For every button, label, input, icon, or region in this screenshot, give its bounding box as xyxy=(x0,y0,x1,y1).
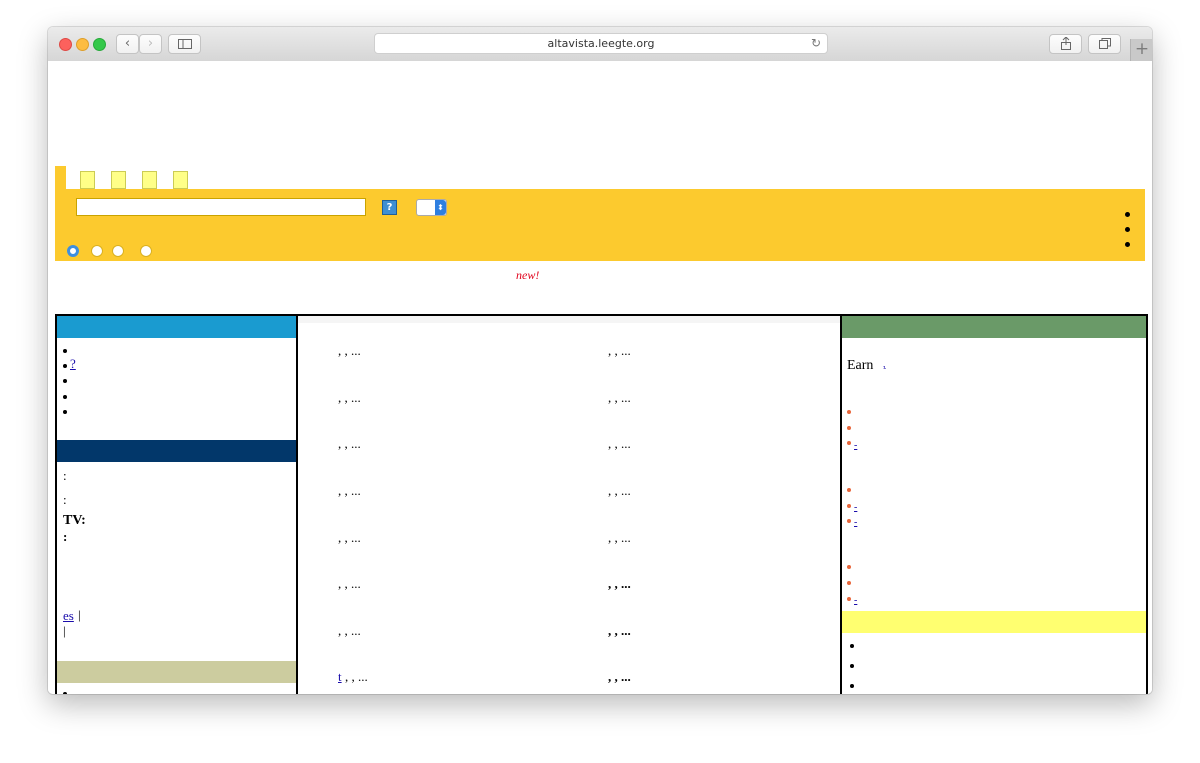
url-text: altavista.leegte.org xyxy=(547,37,655,50)
result-right-4: , , ... xyxy=(608,483,631,498)
separator: | xyxy=(78,607,81,622)
orange-list-link[interactable]: - xyxy=(854,517,857,528)
separator: | xyxy=(63,623,66,638)
result-right-6: , , ... xyxy=(608,576,631,591)
bullet xyxy=(847,597,851,601)
help-button[interactable]: ? xyxy=(382,200,397,215)
address-bar[interactable]: altavista.leegte.org ↻ xyxy=(374,33,828,54)
bullet xyxy=(63,692,67,694)
maximize-window-button[interactable] xyxy=(93,38,106,51)
search-option-radio-4[interactable] xyxy=(140,245,152,257)
tab-2[interactable] xyxy=(111,171,126,189)
tab-strip-edge xyxy=(55,166,66,189)
bullet xyxy=(850,644,854,648)
back-button[interactable]: ‹ xyxy=(116,34,139,54)
bullet xyxy=(1125,227,1130,232)
bullet xyxy=(63,410,67,414)
result-left-5: , , ... xyxy=(338,530,361,545)
result-right-2: , , ... xyxy=(608,390,631,405)
close-window-button[interactable] xyxy=(59,38,72,51)
orange-list-link[interactable]: - xyxy=(854,502,857,513)
forward-button[interactable]: › xyxy=(139,34,162,54)
minimize-window-button[interactable] xyxy=(76,38,89,51)
tab-1[interactable] xyxy=(80,171,95,189)
result-right-7: , , ... xyxy=(608,623,631,638)
left-column: ? : : TV: : es | | xyxy=(57,316,298,694)
bullet xyxy=(1125,242,1130,247)
bullet xyxy=(847,410,851,414)
result-left-7: , , ... xyxy=(338,623,361,638)
search-input[interactable] xyxy=(76,198,366,216)
section-header-navy xyxy=(57,440,296,462)
tab-4[interactable] xyxy=(173,171,188,189)
result-left-2: , , ... xyxy=(338,390,361,405)
result-left-3: , , ... xyxy=(338,436,361,451)
result-left-4: , , ... xyxy=(338,483,361,498)
help-link[interactable]: ? xyxy=(70,356,76,372)
label-line-3: : xyxy=(63,529,68,544)
bullet xyxy=(847,488,851,492)
sidebar-icon xyxy=(177,39,192,49)
result-right-5: , , ... xyxy=(608,530,631,545)
bullet xyxy=(850,684,854,688)
share-button[interactable] xyxy=(1049,34,1082,54)
section-header-tan xyxy=(57,661,296,683)
bullet xyxy=(63,379,67,383)
result-left-1: , , ... xyxy=(338,343,361,358)
right-column: Earn , - - - - xyxy=(842,316,1146,694)
result-left-6: , , ... xyxy=(338,576,361,591)
label-line-1: : xyxy=(63,468,67,483)
middle-top-strip xyxy=(298,316,840,323)
tabs-icon xyxy=(1098,38,1111,49)
select-arrows-icon: ⬍ xyxy=(435,200,446,215)
result-left-8: , , ... xyxy=(345,669,368,684)
browser-toolbar: ‹ › altavista.leegte.org ↻ + xyxy=(48,27,1152,62)
bullet xyxy=(1125,212,1130,217)
search-option-radio-2[interactable] xyxy=(91,245,103,257)
content-table: ? : : TV: : es | | , , ... , , ... , , .… xyxy=(55,314,1148,694)
result-link-t[interactable]: t xyxy=(338,669,342,685)
tabs-overview-button[interactable] xyxy=(1088,34,1121,54)
result-right-8: , , ... xyxy=(608,669,631,684)
bullet xyxy=(847,581,851,585)
earn-link[interactable]: , xyxy=(883,359,886,370)
label-line-2: : xyxy=(63,492,67,507)
result-right-1: , , ... xyxy=(608,343,631,358)
search-option-radio-1[interactable] xyxy=(67,245,79,257)
bullet xyxy=(847,426,851,430)
search-option-radio-3[interactable] xyxy=(112,245,124,257)
chevron-left-icon: ‹ xyxy=(124,36,131,51)
web-page: ? ⬍ new! ? : : TV:: es | | , , ... , , … xyxy=(48,61,1152,694)
section-header-yellow xyxy=(842,611,1146,633)
new-tab-button[interactable]: + xyxy=(1130,39,1152,61)
bullet xyxy=(847,519,851,523)
orange-list-link[interactable]: - xyxy=(854,440,857,451)
orange-list-link[interactable]: - xyxy=(854,595,857,606)
earn-label: Earn xyxy=(847,358,874,373)
tv-label: TV: xyxy=(63,513,86,528)
result-right-3: , , ... xyxy=(608,436,631,451)
link-es[interactable]: es xyxy=(63,608,74,624)
middle-column: , , ... , , ... , , ... , , ... , , ... … xyxy=(298,316,842,694)
bullet xyxy=(847,504,851,508)
bullet xyxy=(63,395,67,399)
reload-icon[interactable]: ↻ xyxy=(811,34,821,53)
share-icon xyxy=(1060,36,1071,50)
chevron-right-icon: › xyxy=(147,36,154,51)
bullet xyxy=(847,565,851,569)
bullet xyxy=(850,664,854,668)
bullet xyxy=(847,441,851,445)
tab-3[interactable] xyxy=(142,171,157,189)
section-header-blue xyxy=(57,316,296,338)
new-badge: new! xyxy=(516,268,540,282)
bullet xyxy=(63,364,67,368)
sidebar-toggle-button[interactable] xyxy=(168,34,201,54)
section-header-green xyxy=(842,316,1146,338)
browser-window: ‹ › altavista.leegte.org ↻ + ? ⬍ new! ? … xyxy=(48,27,1152,694)
language-select[interactable]: ⬍ xyxy=(416,199,447,216)
bullet xyxy=(63,349,67,353)
plus-icon: + xyxy=(1134,39,1150,59)
